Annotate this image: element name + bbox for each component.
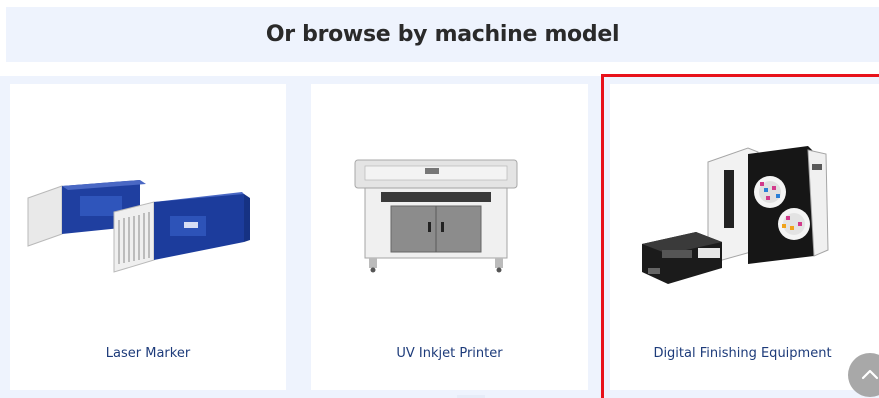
card-label-digital-finishing-equipment[interactable]: Digital Finishing Equipment: [606, 346, 879, 361]
page: Or browse by machine model Laser Marker …: [0, 0, 879, 398]
card-label-uv-inkjet-printer[interactable]: UV Inkjet Printer: [311, 346, 588, 361]
card-label-laser-marker[interactable]: Laser Marker: [10, 346, 286, 361]
laser-marker-image: [27, 180, 250, 273]
section-title: Or browse by machine model: [265, 22, 620, 47]
card-laser-marker[interactable]: Laser Marker: [10, 84, 286, 390]
digital-finishing-equipment-image: [642, 146, 829, 284]
card-uv-inkjet-printer[interactable]: UV Inkjet Printer: [311, 84, 588, 390]
machine-model-grid: Laser Marker UV Inkjet Printer Digital F…: [0, 76, 879, 398]
uv-inkjet-printer-image: [354, 159, 518, 273]
card-digital-finishing-equipment[interactable]: Digital Finishing Equipment: [610, 84, 879, 390]
section-header: Or browse by machine model: [6, 7, 879, 62]
chevron-up-icon: [861, 369, 879, 380]
